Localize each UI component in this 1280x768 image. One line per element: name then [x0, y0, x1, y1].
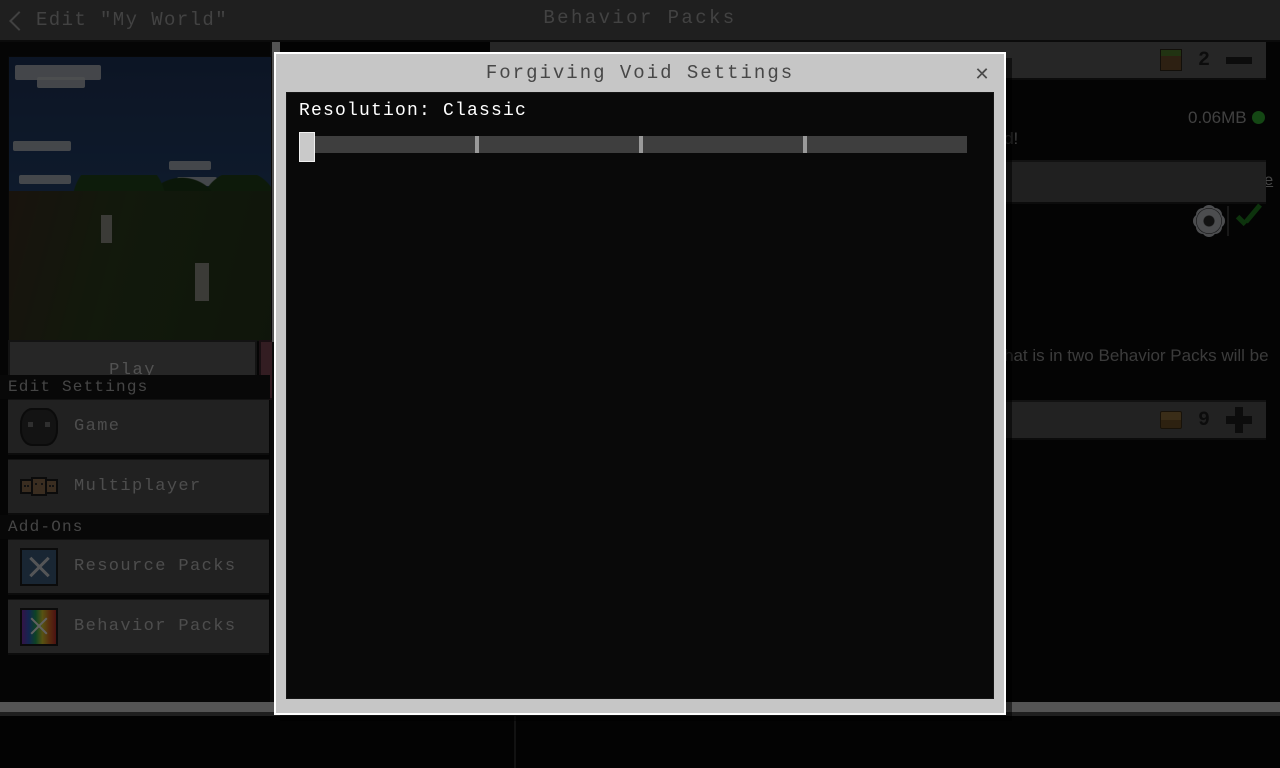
world-preview-image	[8, 56, 272, 342]
cloud	[37, 77, 85, 88]
rainbow-pack-icon	[20, 607, 58, 646]
setting-label-resolution: Resolution: Classic	[299, 101, 528, 121]
resolution-slider[interactable]	[299, 132, 967, 162]
sidebar-item-label: Multiplayer	[74, 477, 202, 496]
page-title: Behavior Packs	[543, 7, 737, 29]
section-header-edit-settings: Edit Settings	[0, 375, 270, 399]
book-icon	[1159, 411, 1182, 429]
sidebar-item-label: Resource Packs	[74, 557, 237, 576]
sidebar-item-game[interactable]: Game	[8, 399, 269, 455]
preview-pillar	[195, 263, 209, 301]
sidebar-item-multiplayer[interactable]: Multiplayer	[8, 459, 269, 515]
left-sidebar: Play Edit Settings Game Multiplayer Add-…	[0, 42, 297, 768]
crossed-swords-icon	[20, 547, 58, 586]
dialog-title: Forgiving Void Settings	[485, 62, 795, 84]
slider-thumb[interactable]	[299, 132, 315, 162]
gear-icon[interactable]	[1196, 208, 1222, 234]
top-header-bar: Edit "My World" Behavior Packs	[0, 0, 1280, 42]
sidebar-item-behavior-packs[interactable]: Behavior Packs	[8, 599, 269, 655]
sidebar-item-label: Behavior Packs	[74, 617, 237, 636]
pack-size-label: 0.06MB	[1188, 108, 1247, 127]
sidebar-item-resource-packs[interactable]: Resource Packs	[8, 539, 269, 595]
preview-ground	[9, 191, 271, 341]
pack-description-text: d!	[1004, 129, 1019, 148]
slider-tick	[639, 136, 643, 153]
status-badge	[1252, 111, 1265, 124]
slider-track[interactable]	[309, 136, 967, 153]
sidebar-item-label: Game	[74, 417, 121, 436]
slider-tick	[803, 136, 807, 153]
section-header-add-ons: Add-Ons	[0, 515, 270, 539]
grass-block-icon	[1159, 49, 1182, 71]
head	[30, 477, 48, 496]
cloud	[13, 141, 71, 151]
toolbar-divider	[1227, 206, 1229, 236]
slider-tick	[475, 136, 479, 153]
available-pack-count: 9	[1197, 408, 1210, 432]
app-screen: Edit "My World" Behavior Packs Play Edit…	[0, 0, 1280, 768]
preview-pillar	[101, 215, 112, 243]
available-section-description: hat is in two Behavior Packs will be	[1004, 346, 1269, 365]
active-pack-count: 2	[1197, 48, 1210, 72]
settings-dialog: Forgiving Void Settings ✕ Resolution: Cl…	[274, 52, 1006, 715]
dialog-body: Resolution: Classic	[286, 92, 994, 699]
bottom-bar	[0, 716, 1280, 768]
cloud	[169, 161, 211, 170]
minus-icon[interactable]	[1226, 56, 1252, 64]
plus-icon[interactable]	[1226, 407, 1252, 433]
player-heads-icon	[20, 468, 58, 506]
close-icon[interactable]: ✕	[970, 62, 994, 86]
bottom-column-divider	[514, 716, 516, 768]
controller-icon	[20, 407, 58, 446]
check-icon[interactable]	[1234, 206, 1264, 234]
